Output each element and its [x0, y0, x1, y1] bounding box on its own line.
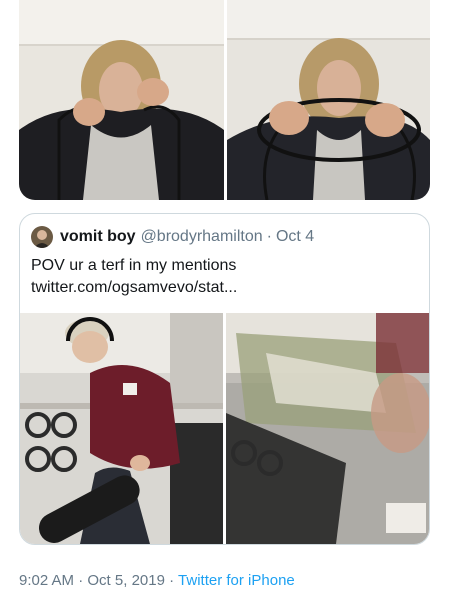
user-handle[interactable]: @brodyrhamilton	[141, 228, 263, 246]
quoted-tweet-text-line: POV ur a terf in my mentions	[31, 257, 237, 274]
separator-dot: ·	[78, 572, 84, 589]
quoted-tweet-media	[20, 313, 429, 544]
avatar[interactable]	[31, 226, 53, 248]
quoted-tweet-text: POV ur a terf in my mentions twitter.com…	[31, 255, 421, 299]
tweet-source-link[interactable]: Twitter for iPhone	[178, 572, 295, 589]
photo-man-holding-cable-1[interactable]	[19, 0, 224, 200]
quoted-tweet-date[interactable]: Oct 4	[276, 228, 314, 246]
tweet-meta: 9:02 AM · Oct 5, 2019 · Twitter for iPho…	[19, 572, 295, 589]
quoted-tweet-link[interactable]: twitter.com/ogsamvevo/stat...	[31, 277, 421, 299]
quoted-tweet-header: vomit boy @brodyrhamilton · Oct 4	[31, 225, 314, 249]
photo-skateboard-blur[interactable]	[226, 313, 429, 544]
photo-man-holding-cable-2[interactable]	[227, 0, 430, 200]
tweet-media	[19, 0, 430, 200]
tweet-time[interactable]: 9:02 AM	[19, 572, 74, 589]
separator-dot: ·	[266, 228, 272, 245]
photo-skateboarder[interactable]	[20, 313, 223, 544]
tweet-date[interactable]: Oct 5, 2019	[87, 572, 165, 589]
separator-dot: ·	[169, 572, 175, 589]
display-name[interactable]: vomit boy	[60, 228, 136, 246]
quoted-tweet-card[interactable]: vomit boy @brodyrhamilton · Oct 4 POV ur…	[19, 213, 430, 545]
